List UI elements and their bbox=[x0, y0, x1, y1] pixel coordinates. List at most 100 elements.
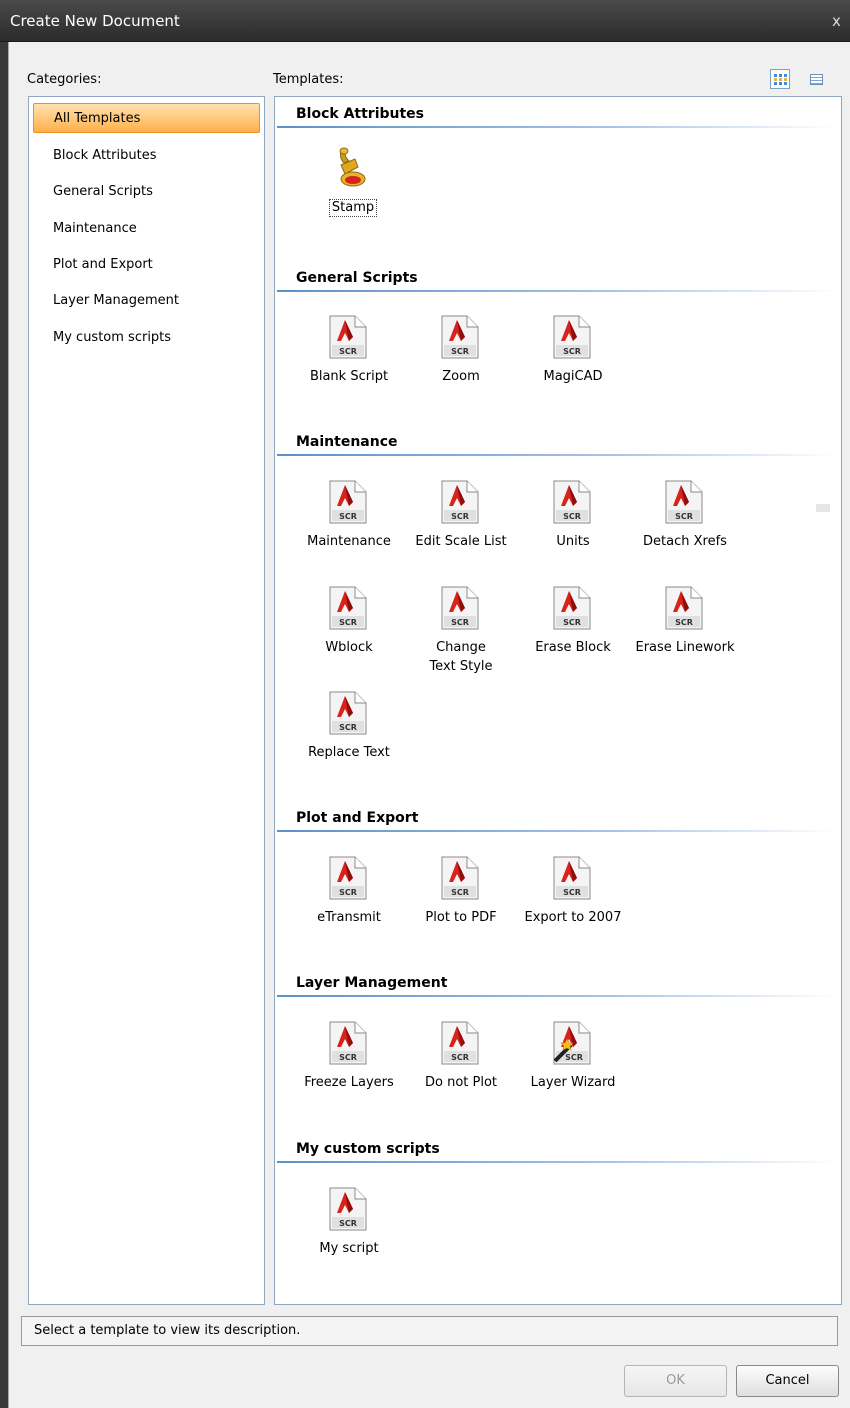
category-all-templates[interactable]: All Templates bbox=[33, 103, 260, 133]
list-view-button[interactable] bbox=[806, 69, 826, 89]
scr-file-icon: SCR bbox=[441, 315, 479, 359]
svg-text:SCR: SCR bbox=[451, 618, 469, 627]
group-header-block-attributes: Block Attributes bbox=[277, 97, 837, 128]
template-stamp[interactable]: Stamp bbox=[293, 147, 405, 237]
scr-file-icon: SCR bbox=[329, 315, 367, 359]
scr-file-icon: SCR bbox=[329, 691, 367, 735]
svg-text:SCR: SCR bbox=[451, 1053, 469, 1062]
large-icons-view-icon bbox=[774, 74, 787, 85]
scr-file-icon: SCR bbox=[329, 1021, 367, 1065]
template-blank-script[interactable]: SCR Blank Script bbox=[293, 315, 405, 405]
template-freeze-layers[interactable]: SCR Freeze Layers bbox=[293, 1021, 405, 1111]
scr-file-icon: SCR bbox=[329, 480, 367, 524]
group-divider bbox=[277, 995, 837, 997]
category-label: All Templates bbox=[54, 111, 141, 126]
svg-text:SCR: SCR bbox=[339, 723, 357, 732]
scr-file-icon: SCR bbox=[441, 856, 479, 900]
svg-text:SCR: SCR bbox=[451, 347, 469, 356]
category-plot-and-export[interactable]: Plot and Export bbox=[33, 250, 260, 280]
template-wblock[interactable]: SCR Wblock bbox=[293, 586, 405, 676]
background-artifact bbox=[816, 504, 830, 512]
cancel-button[interactable]: Cancel bbox=[736, 1365, 839, 1397]
template-maintenance[interactable]: SCR Maintenance bbox=[293, 480, 405, 570]
template-plot-to-pdf[interactable]: SCR Plot to PDF bbox=[405, 856, 517, 946]
template-my-script[interactable]: SCR My script bbox=[293, 1187, 405, 1277]
template-label: Do not Plot bbox=[424, 1075, 498, 1090]
template-label: Freeze Layers bbox=[304, 1075, 394, 1090]
window-title: Create New Document bbox=[10, 12, 180, 30]
template-detach-xrefs[interactable]: SCR Detach Xrefs bbox=[629, 480, 741, 570]
category-block-attributes[interactable]: Block Attributes bbox=[33, 141, 260, 171]
group-divider bbox=[277, 830, 837, 832]
categories-list[interactable]: All Templates Block Attributes General S… bbox=[28, 96, 265, 1305]
template-etransmit[interactable]: SCR eTransmit bbox=[293, 856, 405, 946]
category-label: Maintenance bbox=[53, 221, 137, 236]
group-title: My custom scripts bbox=[296, 1141, 440, 1157]
stamp-icon bbox=[339, 147, 366, 187]
scr-file-icon: SCR bbox=[553, 315, 591, 359]
category-label: General Scripts bbox=[53, 184, 153, 199]
svg-text:SCR: SCR bbox=[451, 888, 469, 897]
scr-file-icon: SCR bbox=[441, 480, 479, 524]
svg-text:SCR: SCR bbox=[563, 512, 581, 521]
category-my-custom-scripts[interactable]: My custom scripts bbox=[33, 323, 260, 353]
svg-text:SCR: SCR bbox=[339, 618, 357, 627]
template-edit-scale-list[interactable]: SCR Edit Scale List bbox=[405, 480, 517, 570]
group-divider bbox=[277, 454, 837, 456]
scr-file-icon: SCR bbox=[441, 586, 479, 630]
template-label: Replace Text bbox=[308, 745, 390, 760]
template-erase-block[interactable]: SCR Erase Block bbox=[517, 586, 629, 676]
description-box: Select a template to view its descriptio… bbox=[21, 1316, 838, 1346]
scr-file-icon: SCR bbox=[329, 586, 367, 630]
template-replace-text[interactable]: SCR Replace Text bbox=[293, 691, 405, 781]
template-label: Wblock bbox=[325, 640, 373, 655]
svg-text:SCR: SCR bbox=[339, 888, 357, 897]
group-title: General Scripts bbox=[296, 270, 418, 286]
template-label: MagiCAD bbox=[543, 369, 603, 384]
group-title: Layer Management bbox=[296, 975, 448, 991]
svg-text:SCR: SCR bbox=[565, 1053, 583, 1062]
svg-text:SCR: SCR bbox=[563, 888, 581, 897]
category-label: Plot and Export bbox=[53, 257, 153, 272]
category-label: My custom scripts bbox=[53, 330, 172, 345]
scr-file-icon: SCR bbox=[665, 480, 703, 524]
template-erase-linework[interactable]: SCR Erase Linework bbox=[629, 586, 741, 676]
large-icons-view-button[interactable] bbox=[770, 69, 790, 89]
template-label: Plot to PDF bbox=[425, 910, 497, 925]
group-header-plot-and-export: Plot and Export bbox=[277, 801, 837, 832]
template-label: Erase Block bbox=[535, 640, 611, 655]
category-layer-management[interactable]: Layer Management bbox=[33, 286, 260, 316]
categories-label: Categories: bbox=[27, 72, 102, 87]
group-title: Maintenance bbox=[296, 434, 398, 450]
category-label: Layer Management bbox=[53, 293, 180, 308]
group-header-my-custom-scripts: My custom scripts bbox=[277, 1132, 837, 1163]
category-maintenance[interactable]: Maintenance bbox=[33, 214, 260, 244]
template-label: Detach Xrefs bbox=[643, 534, 727, 549]
svg-text:SCR: SCR bbox=[339, 347, 357, 356]
template-units[interactable]: SCR Units bbox=[517, 480, 629, 570]
svg-text:SCR: SCR bbox=[339, 1053, 357, 1062]
scr-file-icon: SCR bbox=[665, 586, 703, 630]
svg-text:SCR: SCR bbox=[675, 512, 693, 521]
ok-button[interactable]: OK bbox=[624, 1365, 727, 1397]
wizard-scr-icon: SCR bbox=[553, 1021, 591, 1065]
group-header-general-scripts: General Scripts bbox=[277, 261, 837, 292]
template-magicad[interactable]: SCR MagiCAD bbox=[517, 315, 629, 405]
group-title: Block Attributes bbox=[296, 106, 425, 122]
list-view-icon bbox=[810, 74, 823, 85]
template-label: Export to 2007 bbox=[524, 910, 622, 925]
template-do-not-plot[interactable]: SCR Do not Plot bbox=[405, 1021, 517, 1111]
template-change-text-style[interactable]: SCR Change Text Style bbox=[405, 586, 517, 676]
template-label: Stamp bbox=[329, 199, 377, 217]
svg-text:SCR: SCR bbox=[451, 512, 469, 521]
category-general-scripts[interactable]: General Scripts bbox=[33, 177, 260, 207]
svg-text:SCR: SCR bbox=[563, 618, 581, 627]
template-label: Units bbox=[556, 534, 590, 549]
template-export-to-2007[interactable]: SCR Export to 2007 bbox=[517, 856, 629, 946]
template-layer-wizard[interactable]: SCR Layer Wizard bbox=[517, 1021, 629, 1111]
templates-panel[interactable]: Block Attributes Stamp General Scripts S… bbox=[274, 96, 842, 1305]
scr-file-icon: SCR bbox=[329, 856, 367, 900]
close-icon[interactable]: x bbox=[832, 12, 846, 30]
svg-text:SCR: SCR bbox=[339, 1219, 357, 1228]
template-zoom[interactable]: SCR Zoom bbox=[405, 315, 517, 405]
